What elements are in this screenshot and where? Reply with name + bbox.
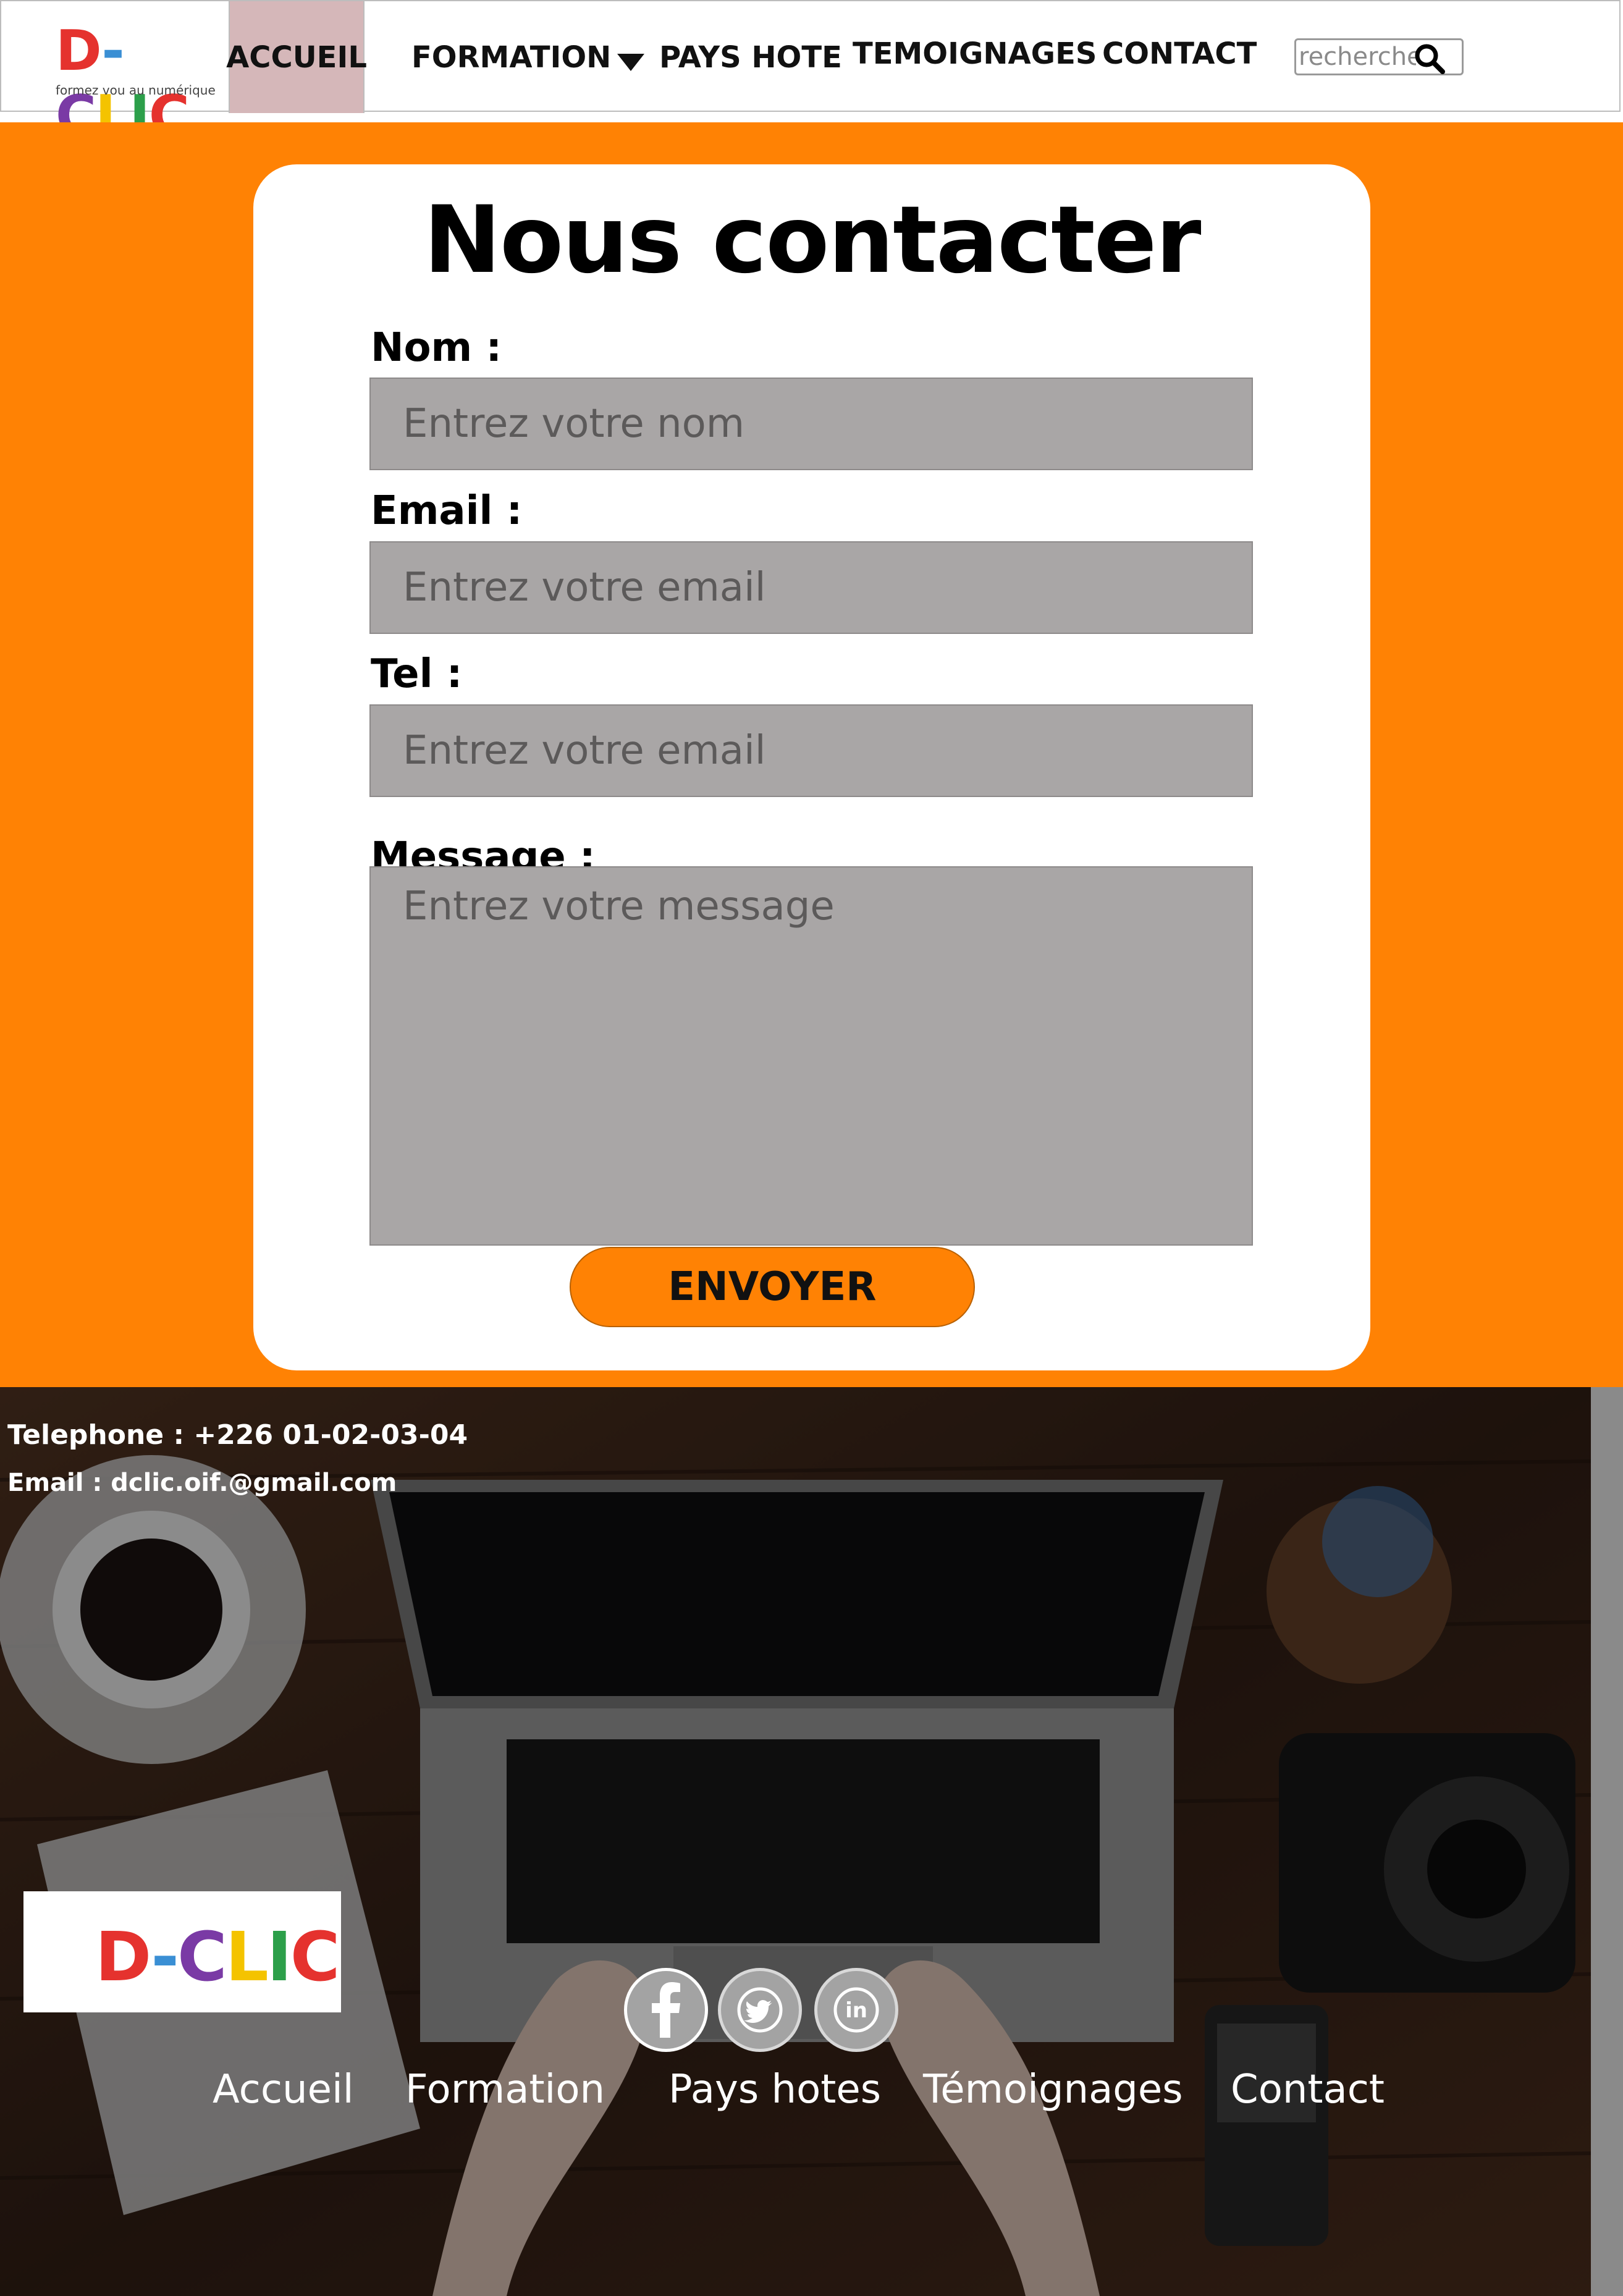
nav-formation-label: FORMATION	[411, 40, 612, 75]
footer-logo[interactable]: D-CLIC	[23, 1891, 341, 2012]
logo-tagline: formez vou au numérique	[56, 83, 216, 98]
name-label: Nom :	[371, 325, 502, 371]
brand-logo[interactable]: D-CLIC formez vou au numérique	[49, 19, 216, 148]
tel-label: Tel :	[371, 651, 463, 697]
footer-telephone: Telephone : +226 01-02-03-04	[7, 1419, 468, 1451]
email-label: Email :	[371, 488, 523, 534]
svg-text:in: in	[845, 1998, 867, 2023]
twitter-icon[interactable]	[718, 1968, 802, 2052]
top-navbar: D-CLIC formez vou au numérique ACCUEIL F…	[0, 0, 1621, 148]
footer-email: Email : dclic.oif.@gmail.com	[7, 1469, 397, 1497]
search-input[interactable]	[1296, 41, 1416, 72]
nav-temoignages[interactable]: TEMOIGNAGES	[853, 0, 1097, 109]
footer-link-formation[interactable]: Formation	[405, 2067, 605, 2112]
nav-pays-hote-label: PAYS HOTE	[659, 40, 842, 75]
footer-link-accueil[interactable]: Accueil	[213, 2067, 354, 2112]
send-button[interactable]: ENVOYER	[570, 1247, 975, 1327]
email-input[interactable]	[369, 541, 1253, 634]
footer: Telephone : +226 01-02-03-04 Email : dcl…	[0, 1387, 1591, 2296]
footer-logo-wordmark: D-CLIC	[95, 1917, 340, 1996]
caret-down-icon	[617, 53, 645, 71]
contact-form-card: Nous contacter Nom : Email : Tel : Messa…	[253, 164, 1370, 1370]
nav-temoignages-label: TEMOIGNAGES	[853, 36, 1097, 71]
footer-link-pays-hotes[interactable]: Pays hotes	[668, 2067, 881, 2112]
name-input[interactable]	[369, 378, 1253, 470]
page-title: Nous contacter	[423, 187, 1202, 294]
tel-input[interactable]	[369, 704, 1253, 797]
search-icon[interactable]	[1414, 43, 1446, 75]
contact-section: Nous contacter Nom : Email : Tel : Messa…	[0, 122, 1623, 1387]
nav-contact-label: CONTACT	[1102, 36, 1257, 71]
page-scrollbar[interactable]	[1591, 1387, 1623, 2296]
nav-formation[interactable]: FORMATION	[411, 1, 645, 113]
message-textarea[interactable]	[369, 866, 1253, 1246]
footer-link-temoignages[interactable]: Témoignages	[923, 2067, 1183, 2112]
nav-pays-hote[interactable]: PAYS HOTE	[659, 1, 842, 113]
facebook-icon[interactable]	[624, 1968, 708, 2052]
nav-accueil-label: ACCUEIL	[226, 40, 367, 75]
footer-link-contact[interactable]: Contact	[1231, 2067, 1385, 2112]
footer-background-image	[0, 1387, 1591, 2296]
nav-contact[interactable]: CONTACT	[1102, 0, 1257, 109]
search-box	[1294, 38, 1464, 75]
nav-accueil[interactable]: ACCUEIL	[226, 1, 367, 113]
linkedin-icon[interactable]: in	[814, 1968, 898, 2052]
